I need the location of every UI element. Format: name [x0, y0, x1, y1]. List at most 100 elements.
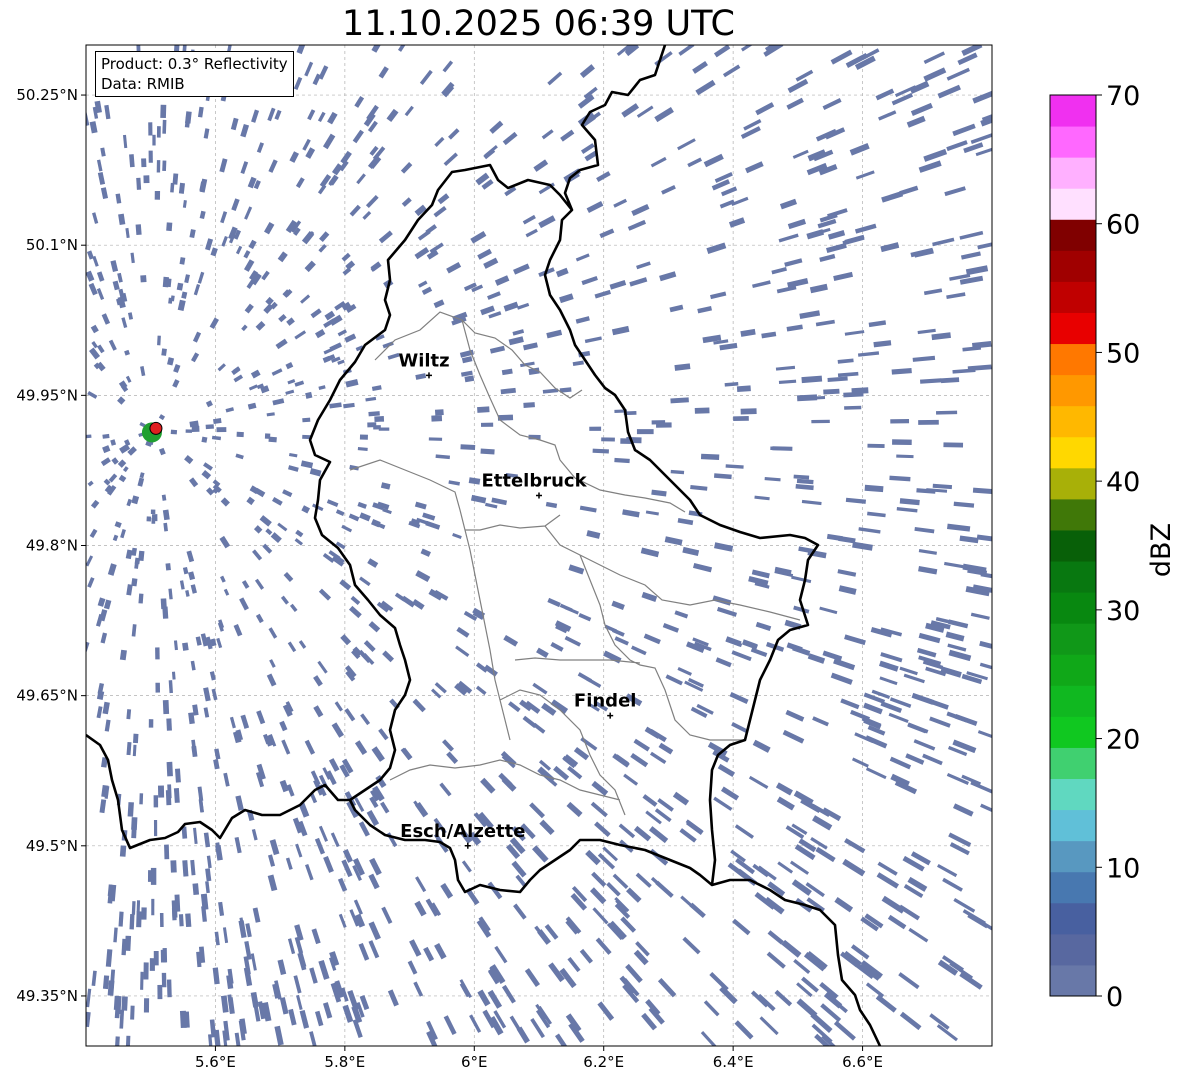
colorbar-tick-label: 50 — [1106, 338, 1140, 369]
echo-cell — [165, 790, 172, 806]
lon-tick-label: 5.6°E — [195, 1053, 236, 1071]
echo-cell — [166, 718, 172, 731]
echo-cell — [164, 844, 170, 860]
echo-cell — [154, 190, 161, 200]
echo-cell — [173, 788, 180, 803]
echo-cell — [150, 509, 156, 515]
echo-cell — [162, 276, 169, 288]
echo-cell — [157, 984, 163, 1000]
echo-cell — [153, 795, 159, 808]
echo-cell — [138, 593, 144, 604]
echo-cell — [165, 563, 171, 571]
colorbar-segment — [1050, 219, 1096, 251]
city-label: Esch/Alzette — [400, 821, 525, 842]
echo-cell — [174, 768, 181, 783]
echo-cell — [740, 408, 757, 415]
echo-cell — [797, 394, 818, 402]
echo-cell — [171, 671, 176, 680]
echo-cell — [700, 453, 720, 461]
echo-cell — [428, 437, 443, 441]
lon-tick-label: 6°E — [461, 1053, 488, 1071]
colorbar-segment — [1050, 933, 1096, 966]
echo-cell — [161, 348, 167, 356]
echo-cell — [170, 860, 177, 873]
data-source-line: Data: RMIB — [101, 75, 185, 93]
product-info-box: Product: 0.3° Reflectivity Data: RMIB — [95, 51, 294, 97]
lat-tick-label: 50.25°N — [16, 86, 78, 104]
echo-cell — [131, 578, 138, 587]
echo-cell — [162, 699, 170, 715]
echo-cell — [178, 914, 184, 927]
echo-cell — [636, 429, 654, 435]
lon-tick-label: 6.6°E — [842, 1053, 883, 1071]
radar-site-dot — [149, 421, 163, 435]
echo-cell — [844, 405, 862, 410]
echo-cell — [166, 979, 172, 998]
echo-cell — [236, 431, 244, 438]
echo-cell — [157, 335, 161, 346]
echo-cell — [896, 454, 914, 459]
echo-cell — [185, 429, 193, 433]
echo-cell — [592, 448, 609, 454]
echo-cell — [148, 150, 153, 163]
echo-cell — [434, 409, 444, 416]
echo-cell — [149, 958, 155, 971]
echo-cell — [867, 443, 885, 448]
lat-tick-label: 50.1°N — [26, 236, 78, 254]
echo-cell — [480, 422, 494, 427]
echo-cell — [172, 173, 179, 185]
echo-cell — [119, 845, 127, 857]
echo-cell — [374, 415, 385, 423]
echo-cell — [772, 446, 793, 451]
colorbar-segment — [1050, 467, 1096, 500]
colorbar-tick-label: 40 — [1106, 467, 1140, 498]
echo-cell — [139, 793, 144, 805]
echo-cell — [185, 913, 192, 928]
echo-cell — [150, 867, 157, 885]
echo-cell — [136, 911, 142, 928]
colorbar-segment — [1050, 747, 1096, 780]
echo-cell — [943, 442, 964, 448]
echo-cell — [136, 177, 142, 190]
echo-cell — [153, 819, 158, 837]
echo-cell — [166, 222, 173, 232]
echo-cell — [121, 996, 128, 1011]
echo-cell — [140, 971, 144, 990]
echo-cell — [102, 433, 110, 439]
colorbar-segment — [1050, 95, 1096, 127]
echo-cell — [302, 417, 311, 423]
echo-cell — [170, 429, 178, 435]
echo-cell — [129, 914, 135, 930]
lat-tick-label: 49.35°N — [16, 987, 78, 1005]
colorbar-segment — [1050, 964, 1096, 997]
echo-cell — [148, 122, 153, 136]
echo-cell — [378, 427, 390, 431]
echo-cell — [171, 908, 177, 921]
echo-cell — [191, 425, 200, 432]
echo-cell — [477, 406, 490, 413]
product-line: Product: 0.3° Reflectivity — [101, 55, 288, 73]
echo-cell — [264, 433, 271, 439]
echo-cell — [143, 962, 149, 980]
city-label: Ettelbruck — [481, 470, 587, 491]
colorbar-segment — [1050, 405, 1096, 438]
echo-cell — [460, 444, 476, 450]
echo-cell — [155, 682, 161, 693]
echo-cell — [140, 275, 147, 283]
colorbar-segment — [1050, 871, 1096, 904]
colorbar-tick-label: 0 — [1106, 982, 1123, 1013]
echo-cell — [182, 642, 189, 651]
echo-cell — [918, 419, 939, 425]
echo-cell — [152, 514, 158, 522]
colorbar-segment — [1050, 436, 1096, 469]
lat-tick-label: 49.8°N — [26, 537, 78, 555]
colorbar-tick-label: 20 — [1106, 725, 1140, 756]
colorbar-label: dBZ — [1146, 523, 1177, 577]
colorbar-tick-label: 70 — [1106, 81, 1140, 112]
colorbar-segment — [1050, 561, 1096, 593]
lon-tick-label: 6.4°E — [713, 1053, 754, 1071]
colorbar-segment — [1050, 654, 1096, 686]
city-label: Findel — [574, 691, 637, 712]
echo-cell — [155, 647, 160, 660]
radar-map: Wiltz Ettelbruck Findel Esch/Alzette 50.25°… — [16, 44, 1177, 1071]
